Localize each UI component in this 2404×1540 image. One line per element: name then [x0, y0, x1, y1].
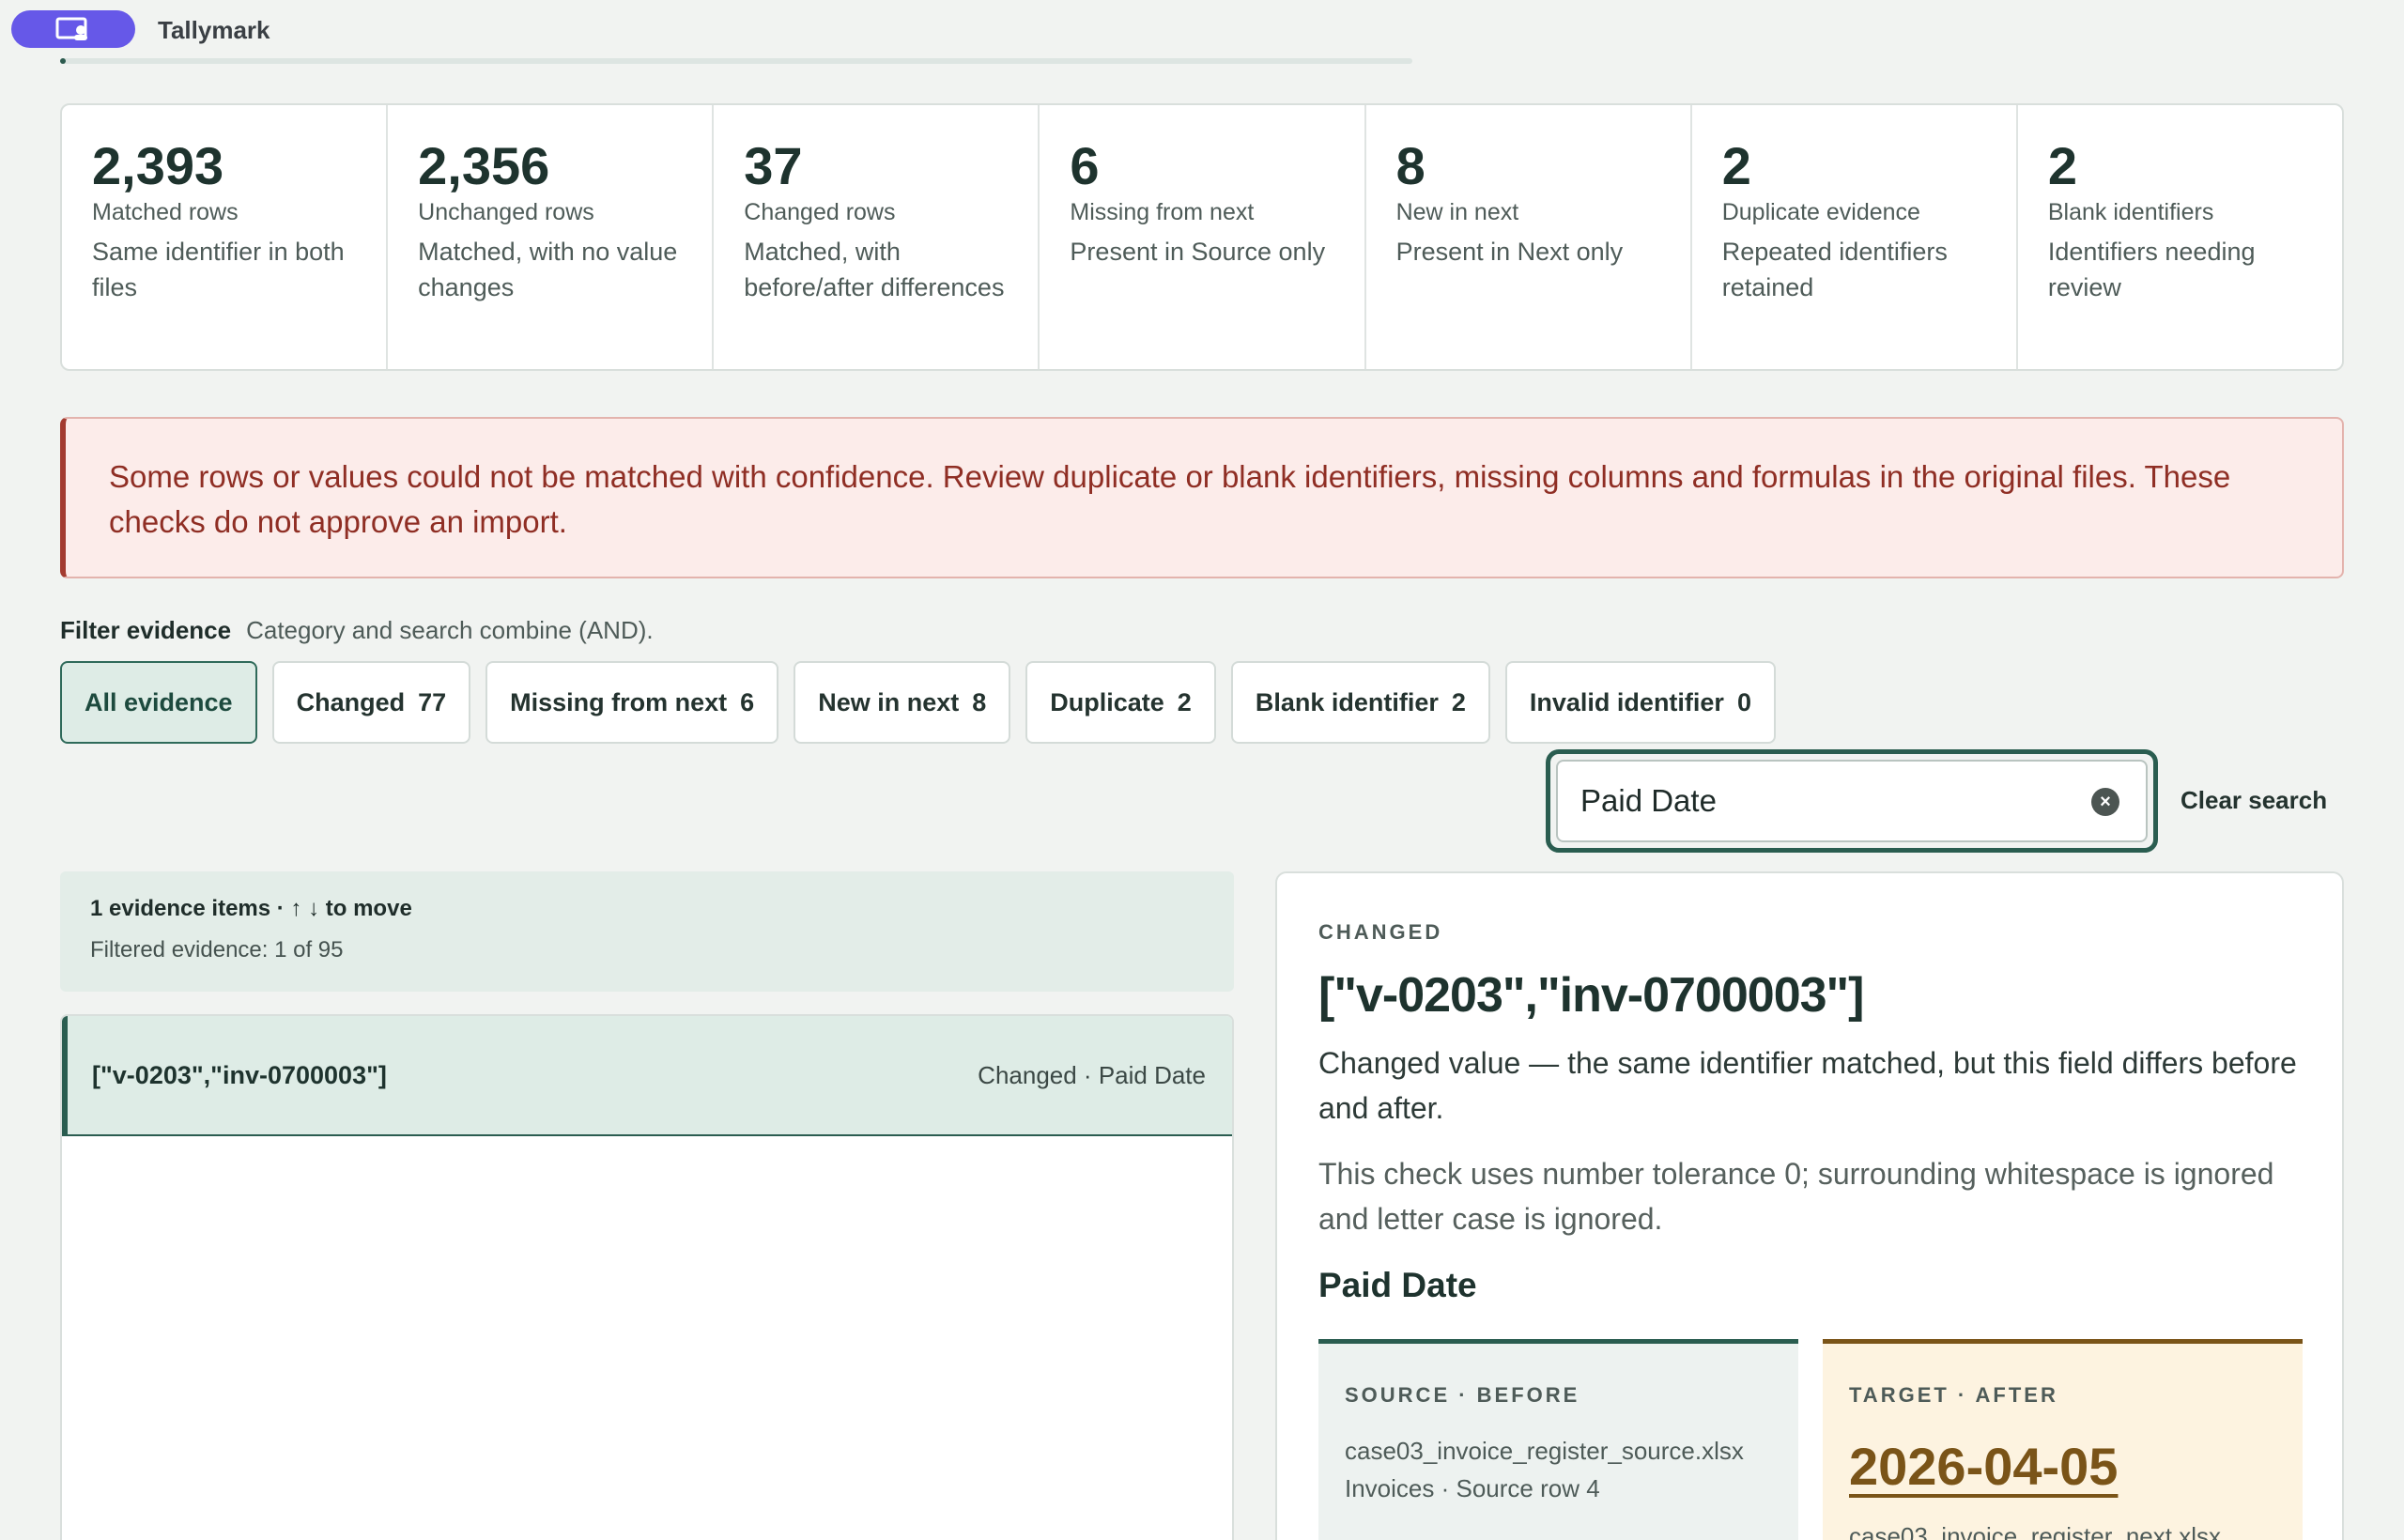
stat-label: Changed rows [744, 198, 896, 225]
progress-bar [60, 58, 1412, 64]
chip-count: 6 [740, 687, 755, 716]
chip-changed[interactable]: Changed 77 [271, 661, 471, 744]
evidence-detail-panel: CHANGED ["v-0203","inv-0700003"] Changed… [1275, 871, 2344, 1540]
warning-banner: Some rows or values could not be matched… [60, 417, 2344, 578]
summary-stats: 2,393 Matched rows Same identifier in bo… [60, 103, 2344, 371]
chip-label: Invalid identifier [1529, 687, 1724, 716]
evidence-list: ["v-0203","inv-0700003"] Changed · Paid … [60, 1014, 1234, 1540]
stat-description: Present in Next only [1395, 237, 1624, 266]
filter-title: Filter evidence [60, 616, 232, 644]
stat-missing-from-next: 6 Missing from next Present in Source on… [1040, 105, 1366, 369]
stat-description: Present in Source only [1070, 237, 1326, 266]
monitor-user-icon [55, 17, 87, 40]
chip-label: All evidence [85, 687, 233, 716]
evidence-row-id: ["v-0203","inv-0700003"] [92, 1060, 387, 1089]
target-file: case03_invoice_register_next.xlsx [1849, 1522, 2221, 1540]
title-bar: Tallymark [0, 0, 2404, 64]
stat-changed-rows: 37 Changed rows Matched, with before/aft… [714, 105, 1040, 369]
search-input[interactable] [1556, 760, 2148, 842]
chip-label: Blank identifier [1255, 687, 1439, 716]
chip-label: Changed [296, 687, 406, 716]
chip-label: Duplicate [1050, 687, 1164, 716]
stat-value: 2 [1721, 136, 1751, 195]
chip-new-in-next[interactable]: New in next 8 [794, 661, 1011, 744]
detail-title: ["v-0203","inv-0700003"] [1318, 968, 1865, 1023]
progress-fill [60, 58, 66, 64]
stat-description: Matched, with no value changes [418, 237, 678, 301]
detail-description: Changed value — the same identifier matc… [1318, 1046, 2297, 1125]
app-icon-button[interactable] [11, 10, 135, 48]
stat-matched-rows: 2,393 Matched rows Same identifier in bo… [62, 105, 389, 369]
chip-label: Missing from next [510, 687, 728, 716]
evidence-row-selected[interactable]: ["v-0203","inv-0700003"] Changed · Paid … [62, 1016, 1232, 1136]
stat-description: Same identifier in both files [92, 237, 345, 301]
stat-blank-identifiers: 2 Blank identifiers Identifiers needing … [2018, 105, 2342, 369]
app-name: Tallymark [158, 16, 270, 44]
stat-new-in-next: 8 New in next Present in Next only [1366, 105, 1692, 369]
source-location: Invoices · Source row 4 [1345, 1474, 1600, 1502]
target-value: 2026-04-05 [1849, 1437, 2119, 1496]
stat-value: 2,393 [92, 136, 224, 195]
chip-count: 2 [1177, 687, 1192, 716]
chip-duplicate[interactable]: Duplicate 2 [1025, 661, 1216, 744]
chip-label: New in next [818, 687, 960, 716]
filter-header: Filter evidence Category and search combi… [60, 616, 654, 645]
stat-label: Blank identifiers [2047, 198, 2214, 225]
chip-invalid-identifier[interactable]: Invalid identifier 0 [1504, 661, 1776, 744]
chip-missing-from-next[interactable]: Missing from next 6 [485, 661, 779, 744]
stat-description: Repeated identifiers retained [1721, 237, 1948, 301]
chip-all-evidence[interactable]: All evidence [60, 661, 257, 744]
chip-count: 77 [418, 687, 447, 716]
stat-value: 2,356 [418, 136, 550, 195]
target-label: TARGET · AFTER [1849, 1383, 2058, 1407]
source-file: case03_invoice_register_source.xlsx [1345, 1437, 1744, 1465]
chip-blank-identifier[interactable]: Blank identifier 2 [1230, 661, 1490, 744]
stat-value: 37 [744, 136, 803, 195]
stat-description: Matched, with before/after differences [744, 237, 1005, 301]
source-label: SOURCE · BEFORE [1345, 1383, 1580, 1407]
chip-count: 2 [1451, 687, 1466, 716]
chip-count: 0 [1736, 687, 1751, 716]
before-after-compare: SOURCE · BEFORE case03_invoice_register_… [1318, 1339, 2303, 1540]
source-before-card: SOURCE · BEFORE case03_invoice_register_… [1318, 1339, 1798, 1540]
search-field: × [1546, 749, 2158, 853]
target-after-card: TARGET · AFTER 2026-04-05 case03_invoice… [1823, 1339, 2303, 1540]
filter-chips: All evidence Changed 77 Missing from next… [60, 661, 1776, 744]
stat-value: 6 [1070, 136, 1100, 195]
stat-unchanged-rows: 2,356 Unchanged rows Matched, with no va… [388, 105, 715, 369]
stat-label: Matched rows [92, 198, 239, 225]
filter-note: Category and search combine (AND). [246, 616, 654, 644]
chip-count: 8 [972, 687, 987, 716]
stat-description: Identifiers needing review [2047, 237, 2256, 301]
clear-search-button[interactable]: Clear search [2181, 786, 2327, 815]
clear-input-icon[interactable]: × [2091, 788, 2119, 816]
detail-category: CHANGED [1318, 920, 1443, 944]
detail-field-name: Paid Date [1318, 1266, 1477, 1304]
stat-label: Duplicate evidence [1721, 198, 1920, 225]
evidence-count: 1 evidence items · ↑ ↓ to move [90, 896, 412, 921]
list-summary: 1 evidence items · ↑ ↓ to move Filtered … [60, 871, 1234, 992]
stat-label: Unchanged rows [418, 198, 594, 225]
evidence-row-meta: Changed · Paid Date [978, 1060, 1206, 1089]
filtered-evidence-count: Filtered evidence: 1 of 95 [90, 937, 344, 962]
stat-label: Missing from next [1070, 198, 1255, 225]
detail-tolerance-note: This check uses number tolerance 0; surr… [1318, 1157, 2274, 1236]
stat-value: 8 [1395, 136, 1425, 195]
stat-label: New in next [1395, 198, 1519, 225]
stat-duplicate-evidence: 2 Duplicate evidence Repeated identifier… [1692, 105, 2018, 369]
stat-value: 2 [2047, 136, 2077, 195]
